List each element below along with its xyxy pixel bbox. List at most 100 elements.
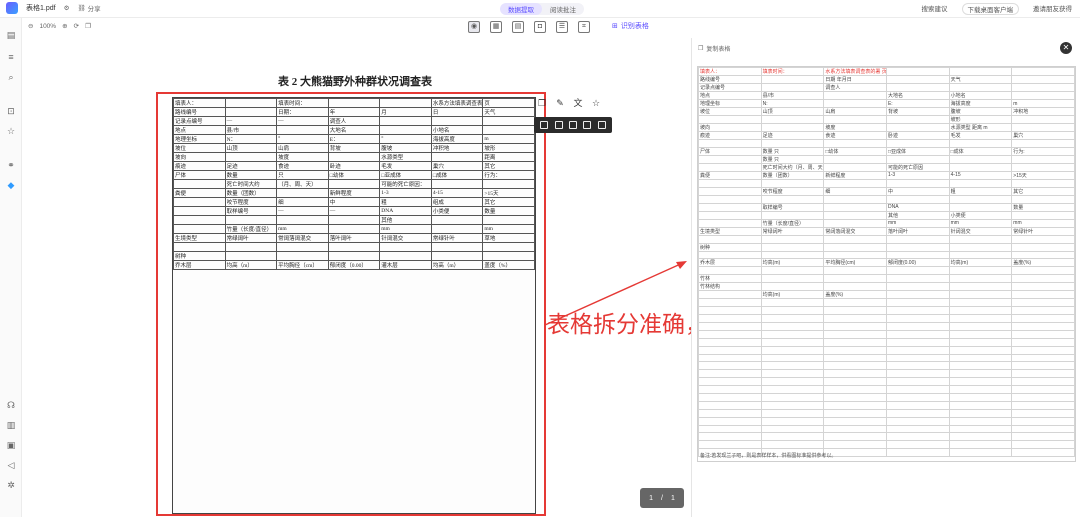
extracted-table-row-cell[interactable] <box>823 234 887 244</box>
scanned-table-row-cell[interactable]: 日 <box>430 107 484 117</box>
extracted-table-row-cell[interactable] <box>760 115 825 124</box>
scanned-table-row-cell[interactable] <box>482 116 535 126</box>
extracted-table-row-cell[interactable] <box>823 202 887 212</box>
extracted-table-row-cell[interactable] <box>948 329 1013 339</box>
scanned-table-row-cell[interactable]: 常绿阔叶 <box>224 233 278 243</box>
scanned-table-row-cell[interactable]: 粪便 <box>173 188 226 198</box>
extracted-table-row-cell[interactable] <box>948 424 1013 434</box>
extracted-table-row-cell[interactable] <box>1011 440 1075 450</box>
extracted-table-row-cell[interactable]: 树种 <box>698 242 762 252</box>
extracted-table-row-cell[interactable] <box>823 154 887 164</box>
scanned-table-row-cell[interactable]: 填表人： <box>173 98 226 108</box>
scanned-table-row-cell[interactable]: mm <box>276 224 329 234</box>
zoom-level[interactable]: 100% <box>39 23 56 30</box>
scanned-table-row-cell[interactable]: 距离 <box>482 152 535 162</box>
file-icon[interactable]: ▤ <box>6 30 16 40</box>
extracted-table-row-cell[interactable] <box>823 139 887 148</box>
extracted-table-row-cell[interactable] <box>698 353 762 363</box>
extracted-table-row-cell[interactable] <box>760 353 825 363</box>
extracted-table-row-cell[interactable]: 地点 <box>698 91 762 100</box>
extracted-table-row-cell[interactable] <box>948 345 1013 355</box>
extracted-table-row-cell[interactable] <box>698 432 762 442</box>
extracted-table-row-cell[interactable] <box>948 274 1013 284</box>
extracted-table-row-cell[interactable] <box>698 154 762 164</box>
extracted-table-row-cell[interactable] <box>885 400 950 410</box>
extracted-table-row-cell[interactable] <box>823 250 887 260</box>
extracted-table-row-cell[interactable]: 落叶阔叶 <box>885 226 950 236</box>
extracted-table-row-cell[interactable] <box>760 408 825 418</box>
extracted-table-row-cell[interactable] <box>823 432 887 442</box>
extracted-table-row-cell[interactable] <box>885 361 950 371</box>
extracted-table-row-cell[interactable] <box>760 314 825 324</box>
extracted-table-row-cell[interactable] <box>760 298 825 308</box>
extracted-table-row-cell[interactable] <box>698 234 762 244</box>
scanned-table-row-cell[interactable] <box>482 215 535 225</box>
extracted-table-row-cell[interactable] <box>1011 154 1075 164</box>
extracted-table-row-cell[interactable]: 常绿针叶 <box>1011 226 1075 236</box>
scanned-table-row-cell[interactable]: 细 <box>276 197 329 207</box>
extracted-table-row-cell[interactable]: 均高(m) <box>760 258 825 268</box>
extracted-table-row-cell[interactable]: □幼体 <box>823 146 887 156</box>
extracted-table-row-cell[interactable]: 数量 <box>1011 202 1075 212</box>
search-suggestion-link[interactable]: 搜索建议 <box>922 3 948 15</box>
extracted-table-row-cell[interactable] <box>823 162 887 172</box>
extracted-table-row-cell[interactable] <box>698 314 762 324</box>
extracted-table-row-cell[interactable] <box>885 274 950 284</box>
scanned-table-row-cell[interactable]: 痕迹 <box>173 161 226 171</box>
extracted-table-row-cell[interactable]: 粪便 <box>698 170 762 180</box>
extracted-table-row-cell[interactable] <box>698 162 762 172</box>
extracted-table-row-cell[interactable] <box>1011 432 1075 442</box>
extracted-table-row-cell[interactable] <box>760 337 825 347</box>
extracted-table-row-cell[interactable]: 郁闭度(0.00) <box>885 258 950 268</box>
extracted-table-row-cell[interactable] <box>698 440 762 450</box>
extracted-table-row-cell[interactable] <box>760 432 825 442</box>
extracted-table-row-cell[interactable] <box>823 274 887 284</box>
scanned-table-row-cell[interactable]: 粗 <box>379 197 432 207</box>
extracted-table-row-cell[interactable] <box>948 178 1013 188</box>
extracted-table-row-cell[interactable] <box>885 432 950 442</box>
scanned-table-row-cell[interactable]: 乔木层 <box>173 260 226 270</box>
scanned-table-row-cell[interactable] <box>276 242 329 252</box>
extracted-table-row-cell[interactable] <box>885 329 950 339</box>
ai-icon[interactable]: ◆ <box>6 180 16 190</box>
scanned-table-row-cell[interactable] <box>482 125 535 135</box>
scanned-table-row-cell[interactable]: 地点 <box>173 125 226 135</box>
scanned-table-row-cell[interactable]: 死亡时间大约 <box>224 179 278 189</box>
extracted-table-row-cell[interactable] <box>823 322 887 331</box>
extracted-table-row-cell[interactable]: 中 <box>885 186 950 196</box>
extracted-table-row-cell[interactable]: 海拔高度 <box>948 99 1013 108</box>
extracted-table-row-cell[interactable] <box>760 424 825 434</box>
extracted-table-row-cell[interactable] <box>1011 242 1075 252</box>
scanned-table-row-cell[interactable]: m <box>482 134 535 144</box>
scanned-table-row-cell[interactable] <box>276 215 329 225</box>
extracted-table-row-cell[interactable] <box>823 408 887 418</box>
extracted-table-row-cell[interactable] <box>885 353 950 363</box>
scanned-table-row-cell[interactable] <box>224 242 278 252</box>
extracted-table-row-cell[interactable] <box>1011 162 1075 172</box>
extracted-table-row-cell[interactable] <box>885 416 950 426</box>
scanned-table-row-cell[interactable]: 中 <box>327 197 381 207</box>
extracted-table-row-cell[interactable]: 平均胸径(cm) <box>823 258 887 268</box>
extracted-table-row-cell[interactable] <box>1011 369 1075 379</box>
scanned-table-row-cell[interactable]: 县/市 <box>224 125 278 135</box>
extracted-table-row-cell[interactable] <box>885 385 950 395</box>
extracted-table-row-cell[interactable]: 竹量（长度/直径） <box>760 218 825 228</box>
extracted-table-row-cell[interactable] <box>1011 329 1075 339</box>
extracted-table-row-cell[interactable] <box>823 416 887 426</box>
extracted-table-row-cell[interactable] <box>885 345 950 355</box>
extracted-table-row-cell[interactable] <box>760 361 825 371</box>
scanned-table-row-cell[interactable] <box>327 98 381 108</box>
search-icon[interactable]: ⌕ <box>6 72 16 82</box>
extracted-table-row-cell[interactable] <box>948 322 1013 331</box>
extracted-table-row-cell[interactable] <box>823 218 887 228</box>
scanned-table-row-cell[interactable]: 坡位 <box>173 143 226 153</box>
extracted-table-row-cell[interactable] <box>885 154 950 164</box>
scanned-table-row-cell[interactable] <box>173 242 226 252</box>
extracted-table-row-cell[interactable] <box>1011 67 1075 76</box>
extracted-table-row-cell[interactable]: 针阔混交 <box>948 226 1013 236</box>
scanned-table-row-cell[interactable] <box>430 152 484 162</box>
extracted-table-row-cell[interactable] <box>760 139 825 148</box>
scanned-table-row-cell[interactable]: 毛发 <box>379 161 432 171</box>
extracted-table-row-cell[interactable]: 4-15 <box>948 170 1013 180</box>
scanned-table-row-cell[interactable]: 海拔高度 <box>430 134 484 144</box>
